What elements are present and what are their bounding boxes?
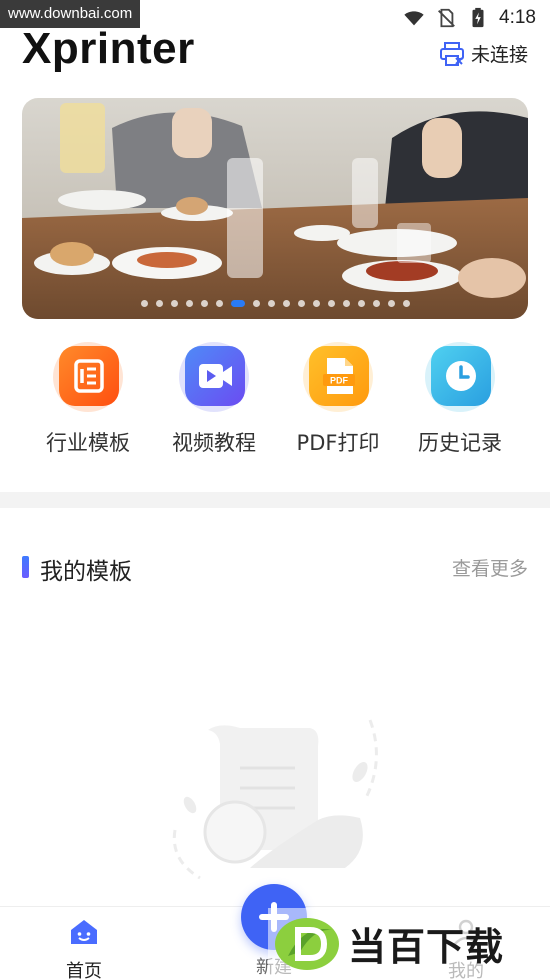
banner-dot[interactable] [312,300,320,307]
printer-connection-button[interactable]: 未连接 [439,40,528,67]
pdf-file-icon: PDF [309,346,369,406]
banner-dot[interactable] [230,300,245,307]
action-video-tutorial[interactable]: 视频教程 [154,340,274,457]
video-camera-icon [185,346,245,406]
quick-actions: 行业模板 视频教程 PDF PDF打印 历史记录 [0,340,550,470]
banner-dot[interactable] [170,300,178,307]
banner-dot[interactable] [200,300,208,307]
banner-pagination[interactable] [22,300,528,307]
empty-state-illustration [160,700,400,890]
view-more-link[interactable]: 查看更多 [452,554,528,581]
action-industry-template[interactable]: 行业模板 [28,340,148,457]
battery-charging-icon [472,7,484,28]
promo-banner[interactable] [22,98,528,319]
banner-dot[interactable] [185,300,193,307]
banner-dot[interactable] [387,300,395,307]
no-sim-icon [438,8,455,28]
banner-dot[interactable] [342,300,350,307]
wifi-icon [404,11,424,26]
watermark-d-logo-icon [274,916,340,972]
banner-dot[interactable] [140,300,148,307]
svg-text:PDF: PDF [330,376,349,386]
banner-image [22,98,528,319]
status-bar: 4:18 [403,4,536,32]
banner-dot[interactable] [357,300,365,307]
watermark-text: 当百下载 [348,925,505,969]
connection-status-label: 未连接 [470,44,528,66]
clock-icon [431,346,491,406]
tab-label: 首页 [66,961,102,979]
section-title: 我的模板 [40,559,132,585]
tab-home[interactable]: 首页 [24,917,144,979]
banner-dot[interactable] [372,300,380,307]
template-list-icon [59,346,119,406]
action-label: 视频教程 [172,431,256,455]
home-icon [71,920,97,944]
action-history[interactable]: 历史记录 [400,340,520,457]
my-templates-header: 我的模板 查看更多 [0,550,550,586]
watermark-logo: 当百下载 [268,908,550,979]
banner-dot[interactable] [297,300,305,307]
banner-dot[interactable] [155,300,163,307]
status-time: 4:18 [499,7,536,28]
action-label: PDF打印 [296,431,380,455]
banner-dot[interactable] [282,300,290,307]
banner-dot[interactable] [215,300,223,307]
section-accent-bar [22,556,29,578]
banner-dot[interactable] [252,300,260,307]
action-pdf-print[interactable]: PDF PDF打印 [278,340,398,457]
printer-disconnected-icon [439,41,464,66]
action-label: 历史记录 [418,431,502,455]
banner-dot[interactable] [402,300,410,307]
action-label: 行业模板 [46,431,130,455]
banner-dot[interactable] [267,300,275,307]
app-title: Xprinter [22,24,195,73]
banner-dot[interactable] [327,300,335,307]
section-divider [0,492,550,508]
